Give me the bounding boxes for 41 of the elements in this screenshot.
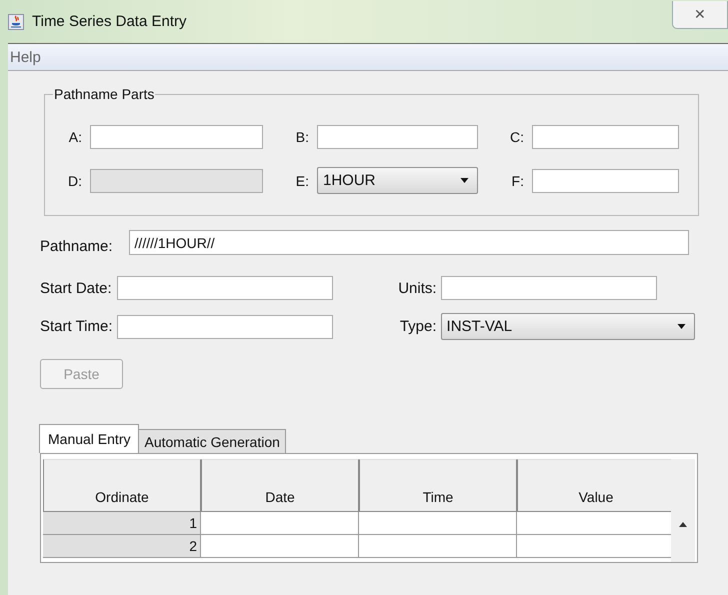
row-header: 1 [43, 512, 201, 535]
scrollbar[interactable] [671, 459, 695, 562]
tab[interactable]: Automatic Generation [138, 429, 286, 453]
field-label: C: [509, 129, 524, 145]
column-header[interactable]: Ordinate [43, 459, 201, 512]
table-cell[interactable] [359, 535, 517, 558]
input-field[interactable] [532, 125, 679, 149]
row-header: 2 [43, 535, 201, 558]
scroll-up-icon [679, 522, 687, 527]
dropdown[interactable]: INST-VAL [440, 313, 695, 340]
field-label: F: [510, 172, 524, 188]
table-cell[interactable] [201, 512, 359, 535]
tab[interactable]: Manual Entry [39, 424, 140, 453]
input-field[interactable] [317, 125, 478, 149]
table-cell[interactable] [359, 512, 517, 535]
input-field[interactable] [532, 168, 679, 192]
field-label: E: [294, 172, 309, 188]
field-label: Units: [398, 280, 437, 296]
field-label: Start Time: [40, 318, 113, 335]
field-label: Type: [400, 318, 437, 335]
input-field[interactable]: //////1HOUR// [128, 230, 689, 255]
table-cell[interactable] [201, 535, 359, 558]
field-label: Start Date: [40, 280, 113, 296]
input-field[interactable] [90, 125, 263, 149]
dropdown[interactable]: 1HOUR [317, 167, 478, 194]
field-label: A: [68, 129, 82, 145]
dropdown-arrow-icon [676, 324, 686, 329]
close-button[interactable]: ✕ [672, 0, 728, 28]
menu-item[interactable]: Help [8, 48, 43, 66]
field-label: B: [294, 129, 309, 145]
dropdown-arrow-icon [460, 178, 469, 183]
window-title: Time Series Data Entry [32, 13, 186, 30]
java-cup-icon [8, 14, 24, 30]
input-field[interactable] [116, 314, 333, 338]
input-field[interactable] [440, 276, 657, 300]
field-label: Pathname: [40, 238, 113, 255]
column-header[interactable]: Time [359, 459, 517, 512]
group-title: Pathname Parts [53, 86, 156, 102]
field-label: D: [67, 172, 82, 188]
input-field[interactable] [116, 276, 333, 300]
column-header[interactable]: Date [201, 459, 359, 512]
